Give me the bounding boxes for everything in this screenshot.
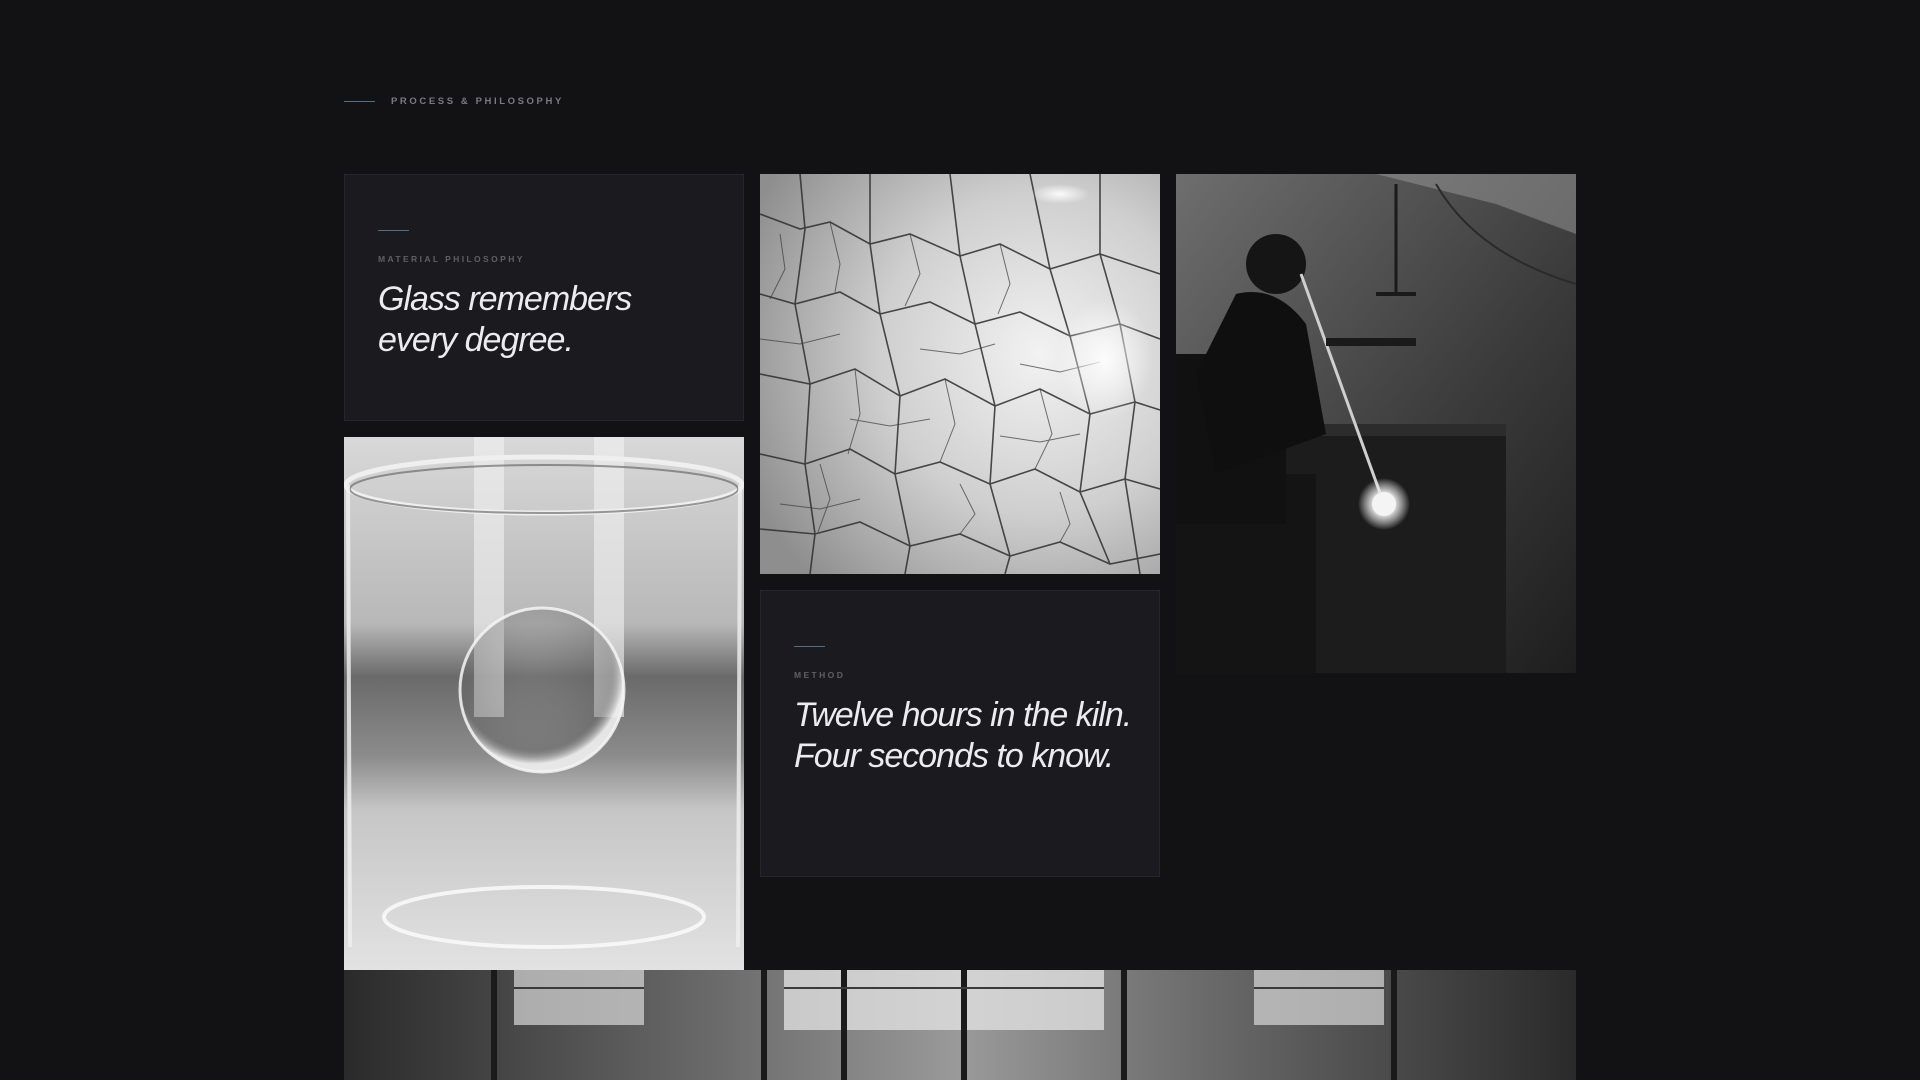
studio-interior-photo xyxy=(344,970,1576,1080)
glassblower-photo xyxy=(1176,174,1576,673)
section-label: PROCESS & PHILOSOPHY xyxy=(391,96,564,107)
card-label: METHOD xyxy=(794,670,846,680)
card-label: MATERIAL PHILOSOPHY xyxy=(378,254,525,264)
section-header: PROCESS & PHILOSOPHY xyxy=(344,96,564,107)
card-accent-line xyxy=(794,646,825,647)
glass-bubble-photo xyxy=(344,437,744,970)
crackle-glaze-photo xyxy=(760,174,1160,574)
card-quote: Twelve hours in the kiln. Four seconds t… xyxy=(794,696,1132,775)
section-accent-line xyxy=(344,101,375,102)
card-accent-line xyxy=(378,230,409,231)
card-quote: Glass remembers every degree. xyxy=(378,280,632,359)
method-card: METHOD Twelve hours in the kiln. Four se… xyxy=(760,590,1160,877)
material-philosophy-card: MATERIAL PHILOSOPHY Glass remembers ever… xyxy=(344,174,744,421)
